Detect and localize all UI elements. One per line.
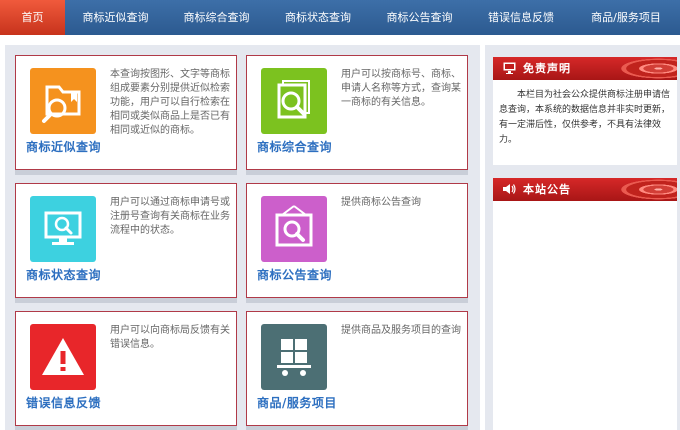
folder-search-icon xyxy=(30,68,96,134)
disclaimer-header: 免责声明 xyxy=(493,57,677,80)
card-description: 用户可以向商标局反馈有关错误信息。 xyxy=(110,325,230,350)
nav-divider xyxy=(0,35,680,40)
query-grid: 本查询按图形、文字等商标组成要素分别提供近似检索功能，用户可以自行检索在相同或类… xyxy=(5,45,480,430)
nav-similar-search[interactable]: 商标近似查询 xyxy=(65,0,166,35)
card-comprehensive-search[interactable]: 用户可以按商标号、商标、申请人名称等方式，查询某一商标的有关信息。 商标综合查询 xyxy=(246,55,468,170)
card-description: 用户可以通过商标申请号或注册号查询有关商标在业务流程中的状态。 xyxy=(110,197,230,236)
speaker-icon xyxy=(503,184,516,194)
nav-error-feedback[interactable]: 错误信息反馈 xyxy=(470,0,572,35)
notice-search-icon xyxy=(261,196,327,262)
top-nav: 首页 商标近似查询 商标综合查询 商标状态查询 商标公告查询 错误信息反馈 商品… xyxy=(0,0,680,35)
cart-icon xyxy=(261,324,327,390)
card-description: 用户可以按商标号、商标、申请人名称等方式，查询某一商标的有关信息。 xyxy=(341,69,461,108)
notice-list xyxy=(493,201,677,209)
disclaimer-title: 免责声明 xyxy=(523,62,571,75)
nav-status-search[interactable]: 商标状态查询 xyxy=(267,0,369,35)
card-announcement-search[interactable]: 提供商标公告查询 商标公告查询 xyxy=(246,183,468,298)
card-title[interactable]: 错误信息反馈 xyxy=(26,394,101,411)
monitor-search-icon xyxy=(30,196,96,262)
card-description: 提供商标公告查询 xyxy=(341,197,421,208)
sidebar: 免责声明 本栏目为社会公众提供商标注册申请信息查询，本系统的数据信息并非实时更新… xyxy=(485,45,680,430)
card-similar-search[interactable]: 本查询按图形、文字等商标组成要素分别提供近似检索功能，用户可以自行检索在相同或类… xyxy=(15,55,237,170)
card-title[interactable]: 商标近似查询 xyxy=(26,138,101,155)
disclaimer-text: 本栏目为社会公众提供商标注册申请信息查询，本系统的数据信息并非实时更新，有一定滞… xyxy=(499,90,671,145)
monitor-icon xyxy=(503,62,516,74)
card-error-feedback[interactable]: 用户可以向商标局反馈有关错误信息。 错误信息反馈 xyxy=(15,311,237,426)
card-title[interactable]: 商标公告查询 xyxy=(257,266,332,283)
header-swirl-decoration xyxy=(615,57,677,80)
card-status-search[interactable]: 用户可以通过商标申请号或注册号查询有关商标在业务流程中的状态。 商标状态查询 xyxy=(15,183,237,298)
nav-goods-services[interactable]: 商品/服务项目 xyxy=(572,0,680,35)
notice-title: 本站公告 xyxy=(523,183,571,196)
card-goods-services[interactable]: 提供商品及服务项目的查询 商品/服务项目 xyxy=(246,311,468,426)
document-search-icon xyxy=(261,68,327,134)
header-swirl-decoration xyxy=(615,178,677,201)
nav-comprehensive-search[interactable]: 商标综合查询 xyxy=(166,0,267,35)
disclaimer-panel: 免责声明 本栏目为社会公众提供商标注册申请信息查询，本系统的数据信息并非实时更新… xyxy=(493,57,677,165)
notice-panel: 本站公告 xyxy=(493,178,677,430)
card-title[interactable]: 商标状态查询 xyxy=(26,266,101,283)
notice-header: 本站公告 xyxy=(493,178,677,201)
nav-announcement-search[interactable]: 商标公告查询 xyxy=(369,0,470,35)
card-description: 提供商品及服务项目的查询 xyxy=(341,325,461,336)
warning-icon xyxy=(30,324,96,390)
card-title[interactable]: 商品/服务项目 xyxy=(257,394,337,411)
card-title[interactable]: 商标综合查询 xyxy=(257,138,332,155)
nav-home[interactable]: 首页 xyxy=(0,0,65,35)
card-description: 本查询按图形、文字等商标组成要素分别提供近似检索功能，用户可以自行检索在相同或类… xyxy=(110,69,230,136)
